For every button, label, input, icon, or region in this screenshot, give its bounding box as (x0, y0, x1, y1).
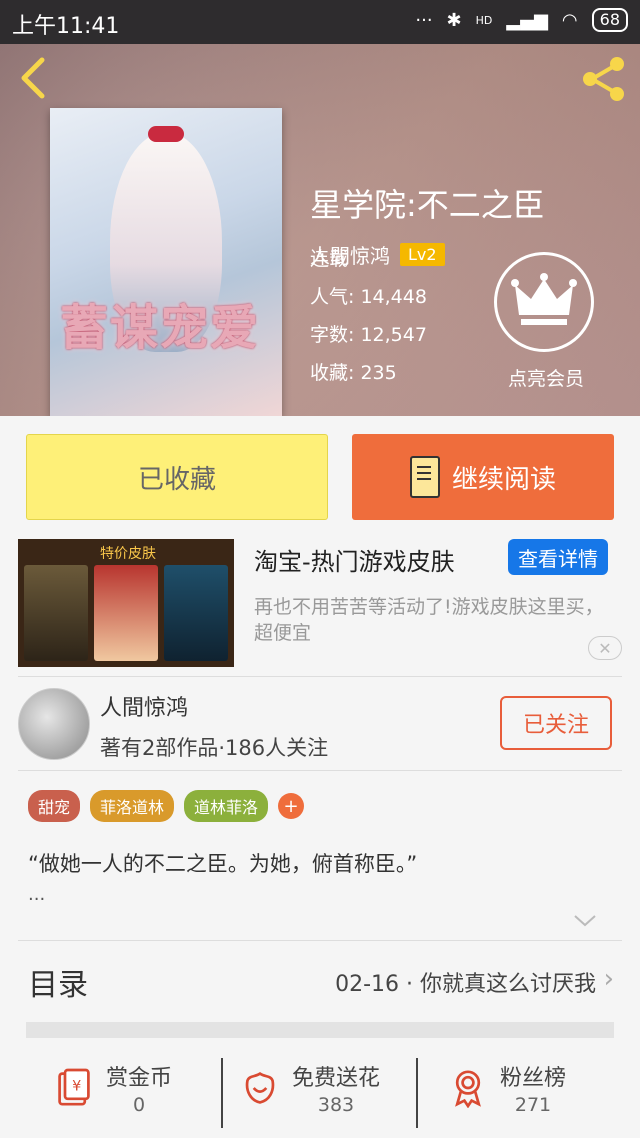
ad-description: 再也不用苦苦等活动了!游戏皮肤这里买，超便宜 (254, 596, 604, 644)
ad-close-button[interactable]: ✕ (588, 636, 622, 660)
ad-skin-card (164, 565, 228, 661)
level-badge: Lv2 (400, 243, 445, 266)
battery-indicator: 68 (591, 8, 628, 32)
continue-reading-label: 继续阅读 (451, 464, 556, 495)
tag-item[interactable]: 道林菲洛 (184, 790, 269, 822)
book-popularity: 人气: 14,448 (310, 286, 427, 308)
divider (416, 1058, 418, 1128)
network-label: HD (475, 13, 493, 27)
fans-label: 粉丝榜 (500, 1066, 567, 1091)
vip-label: 点亮会员 (507, 368, 584, 390)
book-header: 蓄谋宠爱 星学院:不二之臣 人間惊鸿 Lv2 连载 人气: 14,448 字数:… (0, 44, 640, 416)
crown-icon (511, 273, 577, 325)
reward-coin-button[interactable]: ¥ 赏金币 0 (56, 1060, 172, 1116)
book-icon (409, 456, 440, 498)
status-icons: ··· ✱ HD ▂▄▆ ◠ 68 (415, 8, 628, 32)
divider (18, 940, 622, 941)
divider (18, 676, 622, 677)
latest-chapter[interactable]: 02-16 · 你就真这么讨厌我 (335, 966, 596, 998)
medal-icon (455, 1070, 481, 1108)
divider (221, 1058, 223, 1128)
fans-ranking-button[interactable]: 粉丝榜 271 (450, 1060, 566, 1116)
add-tag-button[interactable]: + (278, 793, 305, 819)
signal-icon: ▂▄▆ (506, 9, 548, 31)
status-bar: 上午11:41 ··· ✱ HD ▂▄▆ ◠ 68 (0, 0, 640, 44)
intro-ellipsis: ... (28, 884, 46, 905)
book-intro: “做她一人的不二之臣。为她，俯首称臣。” (28, 852, 418, 876)
chevron-right-icon[interactable]: › (604, 964, 614, 994)
ad-banner-text: 特价皮肤 (100, 546, 156, 562)
cover-title-art: 蓄谋宠爱 (60, 300, 261, 356)
chevron-down-icon (574, 915, 596, 927)
ad-skin-card (94, 565, 158, 661)
free-flower-button[interactable]: 免费送花 383 (242, 1060, 380, 1116)
flower-icon (245, 1071, 275, 1104)
book-status: 连载 (310, 248, 349, 270)
book-title: 星学院:不二之臣 (310, 186, 545, 224)
close-icon: ✕ (598, 638, 612, 658)
author-name-secondary[interactable]: 人間惊鸿 (100, 690, 188, 722)
tag-item[interactable]: 菲洛道林 (90, 790, 175, 822)
author-meta: 著有2部作品·186人关注 (100, 736, 329, 760)
share-icon (583, 57, 624, 101)
wifi-icon: ◠ (561, 9, 578, 31)
tag-item[interactable]: 甜宠 (28, 790, 81, 822)
bottom-action-bar: ¥ 赏金币 0 免费送花 383 粉丝榜 271 (0, 1048, 640, 1138)
reward-count: 0 (132, 1094, 146, 1116)
bluetooth-icon: ✱ (446, 9, 462, 31)
svg-text:¥: ¥ (72, 1079, 81, 1095)
ad-detail-button[interactable]: 查看详情 (508, 539, 608, 575)
ad-image[interactable]: 特价皮肤 (18, 539, 234, 667)
favorited-label: 已收藏 (137, 464, 216, 495)
book-word-count: 字数: 12,547 (310, 324, 427, 346)
book-cover[interactable]: 蓄谋宠爱 (50, 108, 282, 416)
expand-intro-button[interactable] (572, 910, 598, 934)
fans-count: 271 (514, 1094, 552, 1116)
follow-button[interactable]: 已关注 (500, 696, 612, 750)
flower-label: 免费送花 (292, 1066, 381, 1091)
status-time: 上午11:41 (12, 14, 120, 39)
toc-label[interactable]: 目录 (28, 960, 88, 1004)
author-avatar[interactable] (18, 688, 90, 760)
tag-list: 甜宠 菲洛道林 道林菲洛 + (28, 790, 305, 822)
section-separator (26, 1022, 614, 1038)
vip-button[interactable] (494, 252, 594, 352)
favorited-button[interactable]: 已收藏 (26, 434, 328, 520)
ad-skin-card (24, 565, 88, 661)
chevron-left-icon (21, 57, 45, 99)
share-button[interactable] (578, 54, 628, 104)
back-button[interactable] (14, 56, 54, 100)
cover-bow (148, 126, 184, 142)
reward-label: 赏金币 (106, 1066, 173, 1091)
continue-reading-button[interactable]: 继续阅读 (352, 434, 614, 520)
more-dots-icon: ··· (415, 9, 433, 31)
flower-count: 383 (317, 1094, 355, 1116)
divider (18, 770, 622, 771)
ad-title[interactable]: 淘宝-热门游戏皮肤 (254, 542, 455, 577)
coin-envelope-icon: ¥ (58, 1068, 90, 1106)
book-favorites: 收藏: 235 (310, 362, 397, 384)
